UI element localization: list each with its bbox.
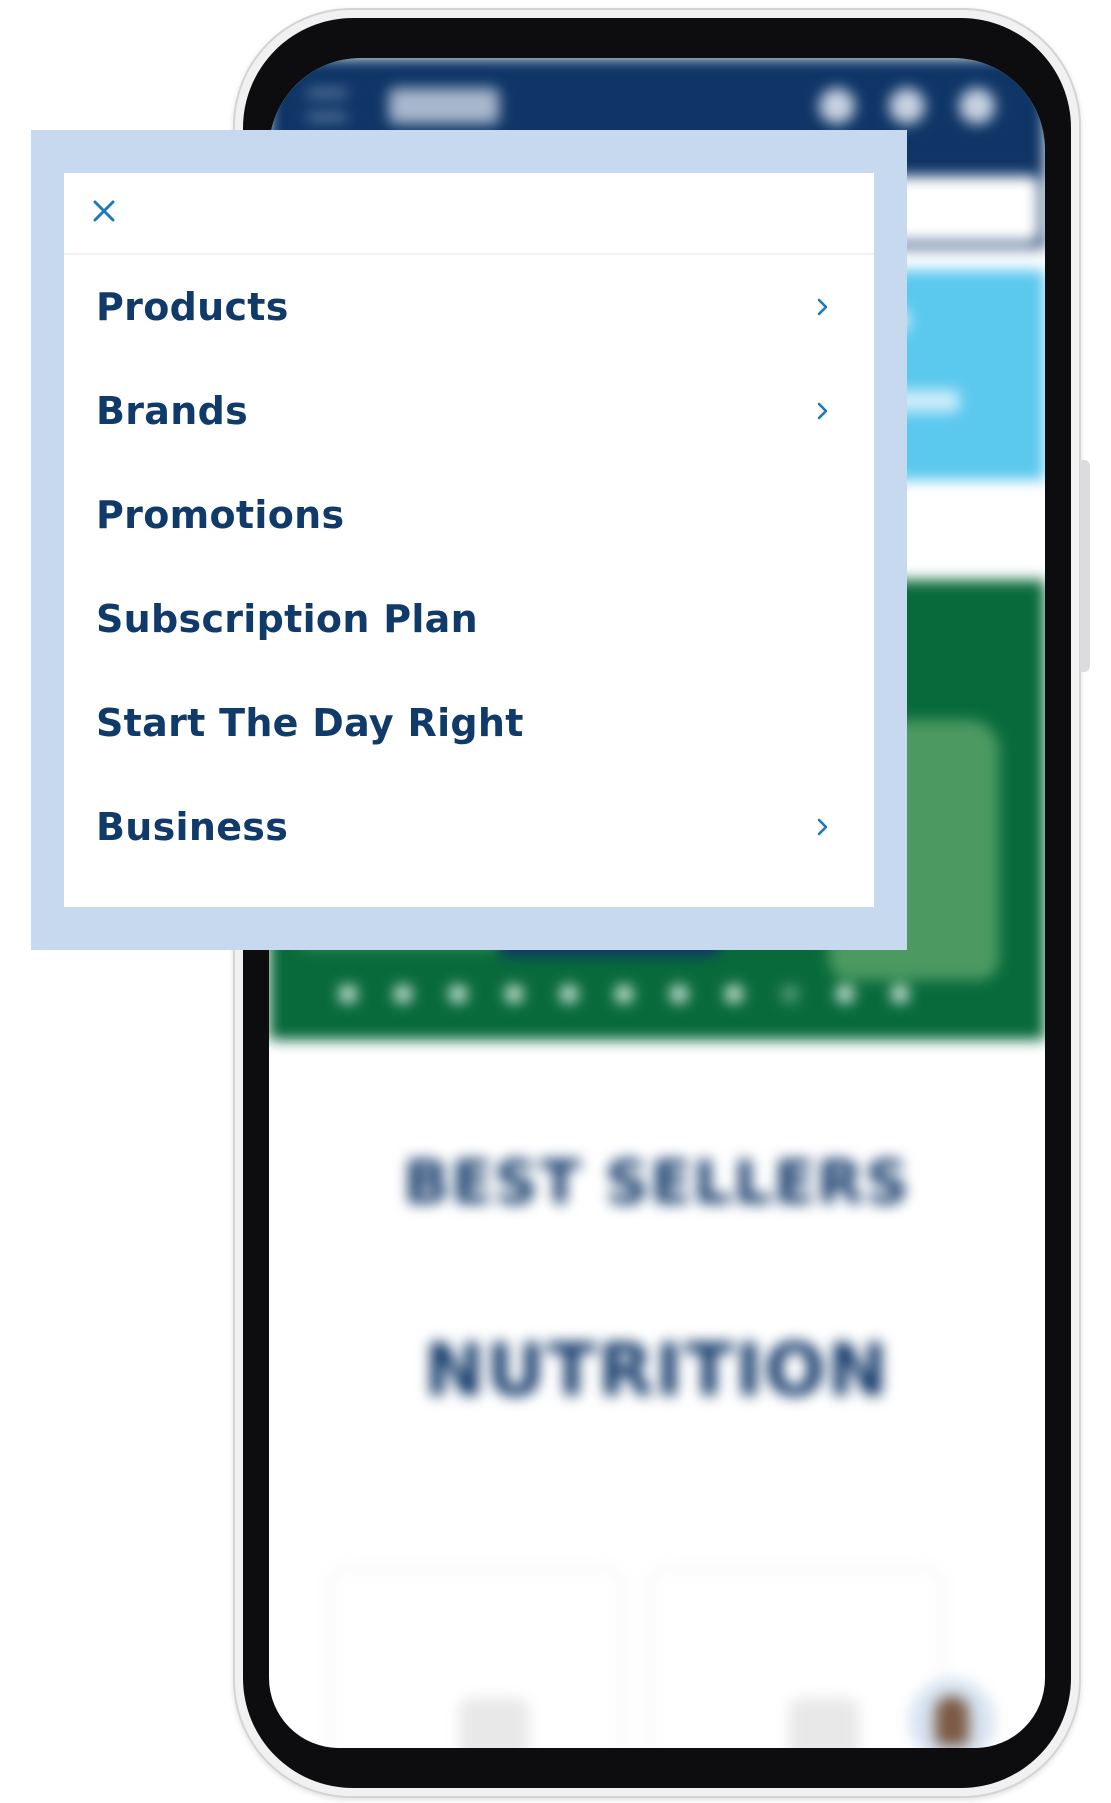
menu-item-promotions[interactable]: Promotions [64,463,874,567]
menu-item-label: Products [96,285,289,329]
menu-item-products[interactable]: Products [64,255,874,359]
nav-menu-frame: Products Brands Promotions Subscription … [31,130,907,950]
product-image [789,1698,859,1748]
chevron-right-icon [812,400,834,422]
menu-item-label: Brands [96,389,249,433]
hamburger-icon [307,90,347,120]
menu-item-business[interactable]: Business [64,775,874,879]
nav-menu-panel: Products Brands Promotions Subscription … [64,173,874,907]
chevron-right-icon [812,816,834,838]
cart-icon [889,88,925,124]
menu-item-label: Promotions [96,493,345,537]
best-sellers-heading: BEST SELLERS [403,1148,911,1218]
menu-item-brands[interactable]: Brands [64,359,874,463]
account-icon [959,88,995,124]
menu-item-start-the-day-right[interactable]: Start The Day Right [64,671,874,775]
menu-item-subscription-plan[interactable]: Subscription Plan [64,567,874,671]
phone-volume-button [1080,460,1090,672]
menu-item-label: Start The Day Right [96,701,524,745]
product-image [459,1698,529,1748]
site-logo [389,88,499,124]
menu-item-label: Subscription Plan [96,597,478,641]
chevron-right-icon [812,296,834,318]
menu-item-label: Business [96,805,289,849]
close-icon[interactable] [86,193,122,229]
nav-menu-header [64,173,874,255]
carousel-dots [339,985,909,1005]
nav-menu-list: Products Brands Promotions Subscription … [64,255,874,879]
chat-avatar [909,1678,995,1748]
location-icon [819,88,855,124]
nutrition-heading: NUTRITION [424,1328,890,1412]
